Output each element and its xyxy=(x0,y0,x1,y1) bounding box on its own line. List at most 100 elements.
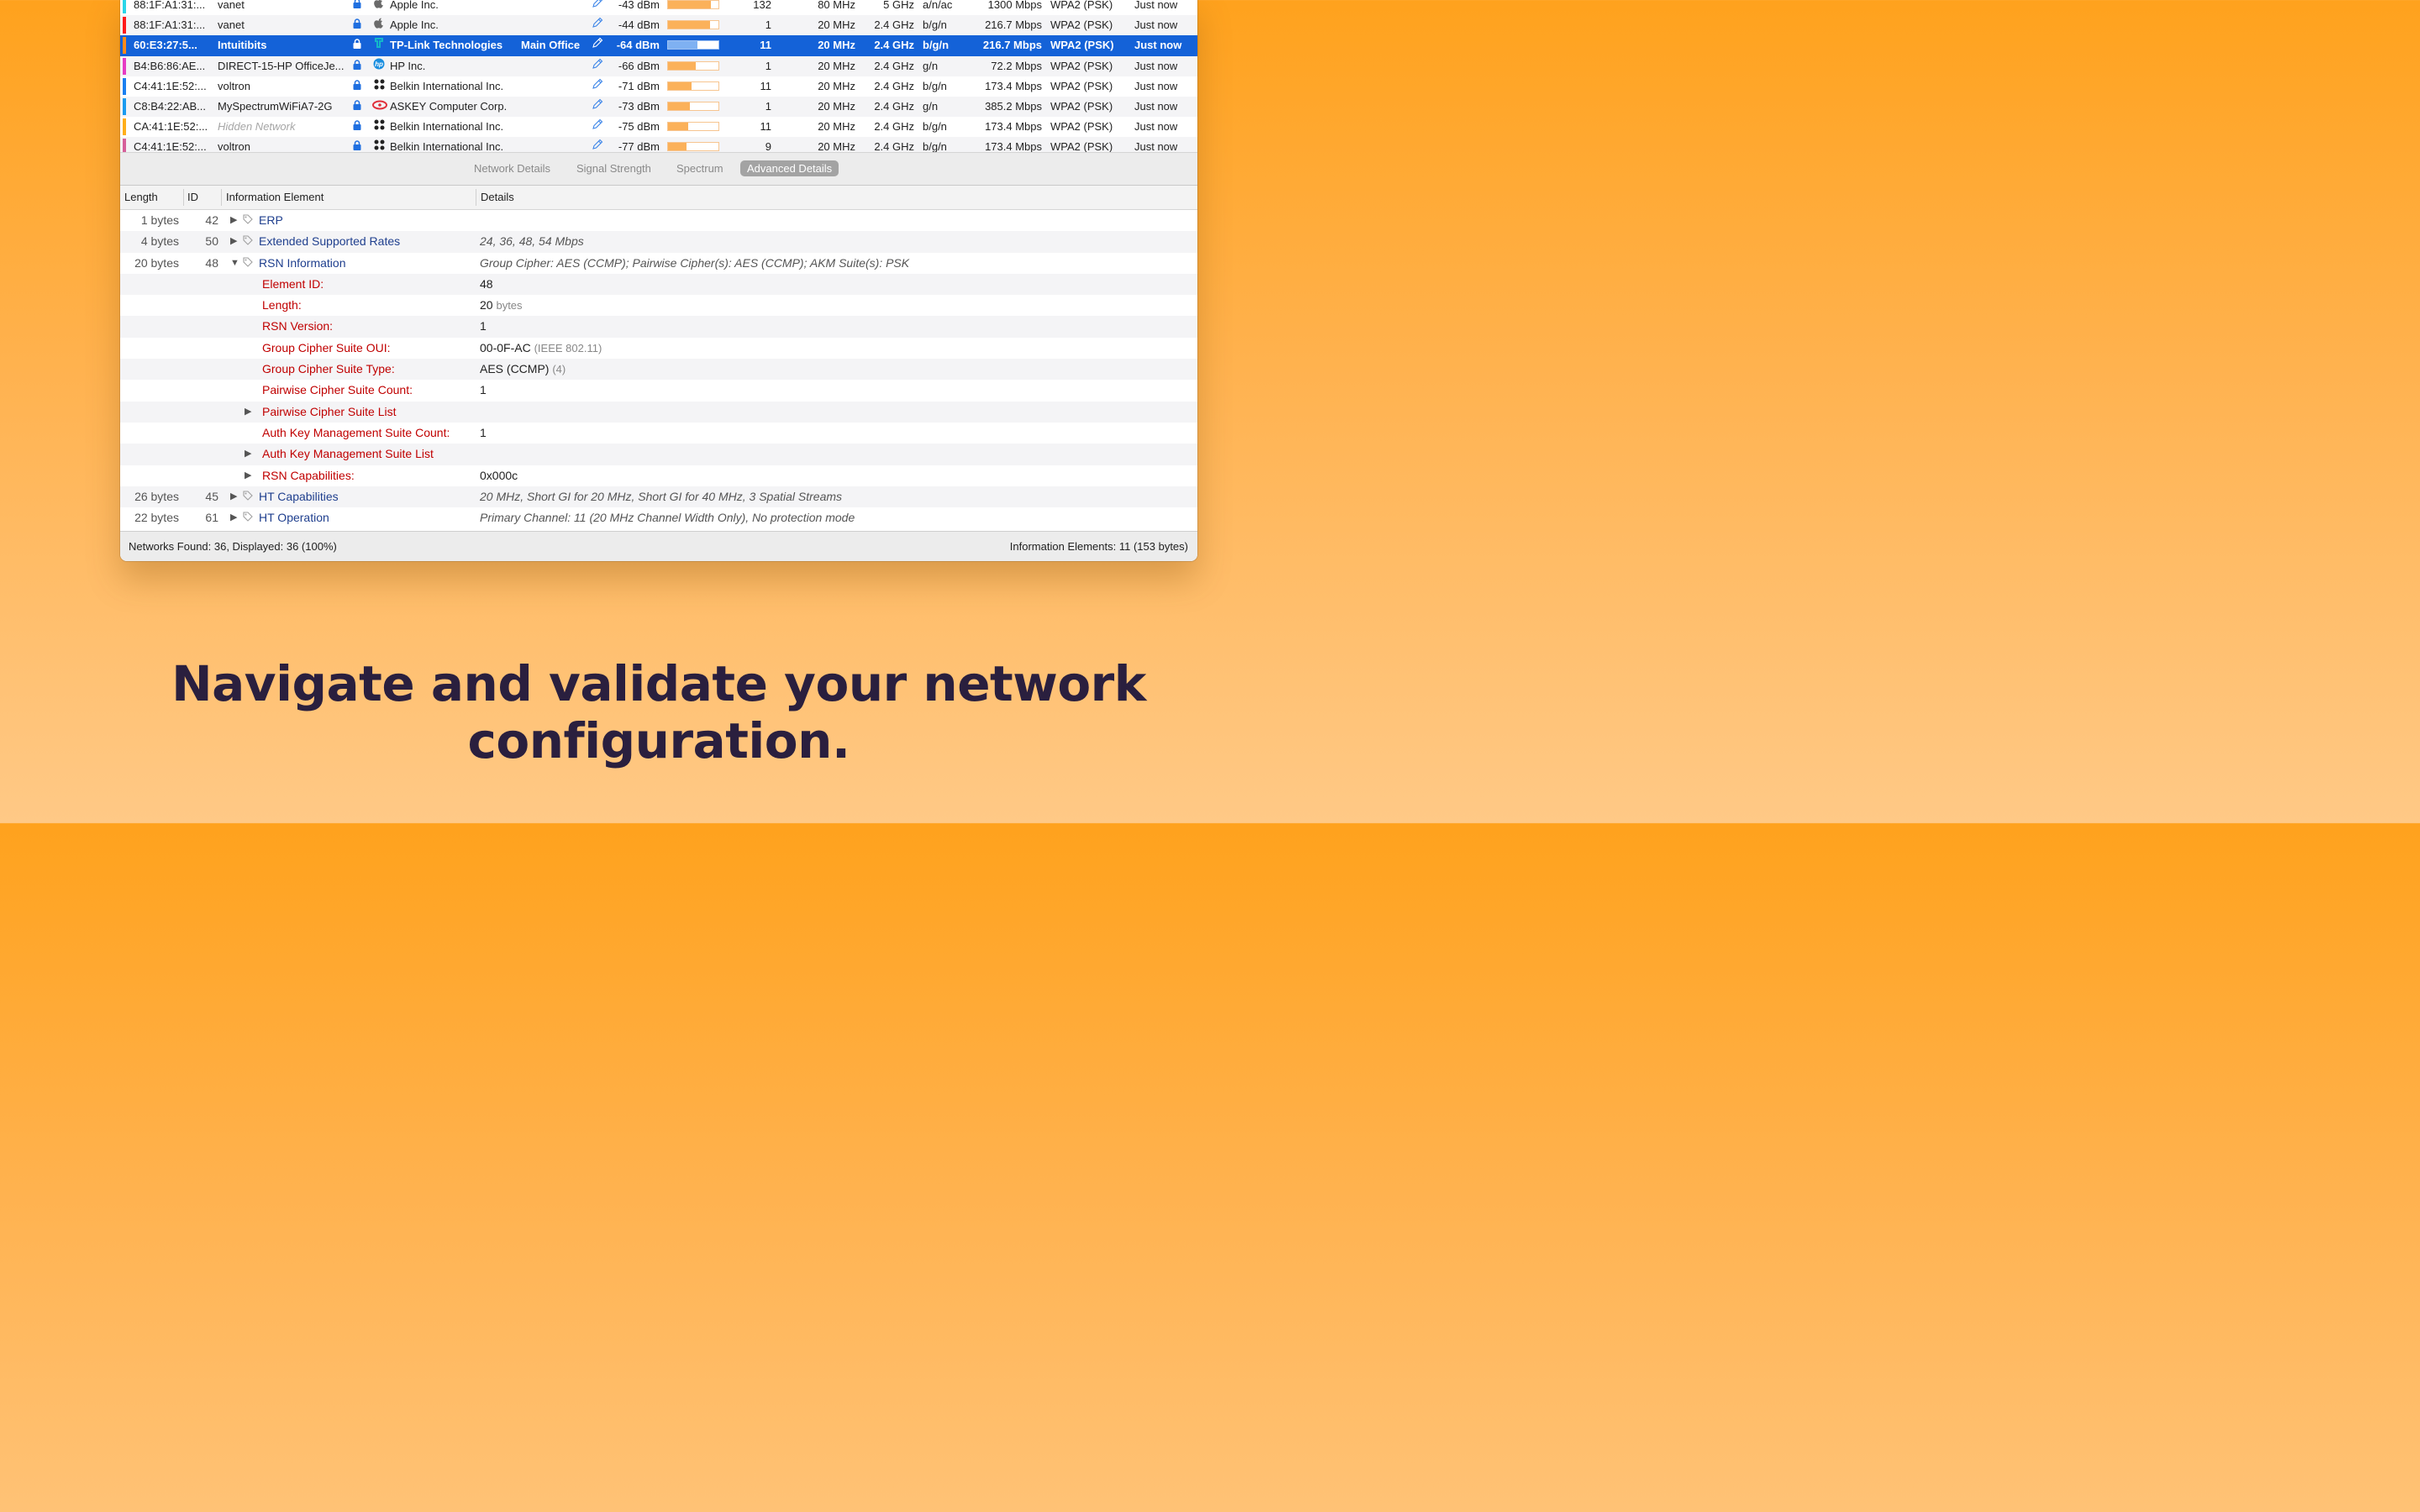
column-header-details[interactable]: Details xyxy=(481,186,514,209)
ie-field-value-unit: (4) xyxy=(552,363,566,376)
network-row[interactable]: 88:1F:A1:31:... vanet Apple Inc. -44 dBm 1 20… xyxy=(120,15,1197,36)
tplink-icon xyxy=(372,35,386,55)
disclosure-collapsed-icon[interactable]: ▶ xyxy=(245,402,255,423)
tab-network-details[interactable]: Network Details xyxy=(467,160,557,176)
lock-icon xyxy=(351,35,363,55)
column-separator[interactable] xyxy=(221,189,222,206)
column-separator[interactable] xyxy=(183,189,184,206)
tab-spectrum[interactable]: Spectrum xyxy=(670,160,730,176)
ie-field-name: Element ID: xyxy=(262,276,324,291)
disclosure-expanded-icon[interactable]: ▼ xyxy=(230,253,240,274)
disclosure-collapsed-icon[interactable]: ▶ xyxy=(245,444,255,465)
ie-table-body: 1 bytes 42 ▶ ERP 4 bytes 50 ▶ Extended Supporte… xyxy=(120,210,1197,528)
channel-cell: 1 xyxy=(765,59,771,72)
location-cell: Main Office xyxy=(521,39,581,52)
ie-field-row[interactable]: ▶ Pairwise Cipher Suite List xyxy=(120,401,1197,423)
networks-found-status: Networks Found: 36, Displayed: 36 (100%) xyxy=(129,540,337,553)
ie-element-row[interactable]: 4 bytes 50 ▶ Extended Supported Rates 24, 36… xyxy=(120,231,1197,253)
signal-cell: -43 dBm xyxy=(618,0,660,11)
network-row[interactable]: CA:41:1E:52:... Hidden Network Belkin Inte… xyxy=(120,117,1197,137)
ie-element-row[interactable]: 26 bytes 45 ▶ HT Capabilities 20 MHz, Short … xyxy=(120,486,1197,508)
edit-pencil-icon[interactable] xyxy=(592,0,605,15)
security-cell: WPA2 (PSK) xyxy=(1050,99,1113,113)
network-row[interactable]: C8:B4:22:AB... MySpectrumWiFiA7-2G ASKEY C… xyxy=(120,96,1197,118)
ie-element-row[interactable]: 20 bytes 48 ▼ RSN Information Group Cipher: … xyxy=(120,253,1197,274)
ie-field-value-text: AES (CCMP) xyxy=(480,362,550,376)
edit-pencil-icon[interactable] xyxy=(592,97,605,117)
ssid-cell: MySpectrumWiFiA7-2G xyxy=(218,99,333,113)
ie-element-row[interactable]: 22 bytes 61 ▶ HT Operation Primary Channel: … xyxy=(120,507,1197,528)
mode-cell: g/n xyxy=(923,59,939,72)
status-bar: Networks Found: 36, Displayed: 36 (100%)… xyxy=(120,531,1197,561)
edit-pencil-icon[interactable] xyxy=(592,15,605,35)
max-rate-cell: 216.7 Mbps xyxy=(985,18,1042,32)
tab-advanced-details[interactable]: Advanced Details xyxy=(740,160,839,176)
mode-cell: b/g/n xyxy=(923,79,947,92)
network-row[interactable]: B4:B6:86:AE... DIRECT-15-HP OfficeJe... hp… xyxy=(120,55,1197,76)
network-row-selected[interactable]: 60:E3:27:5... Intuitibits TP-Link Technolo… xyxy=(120,35,1197,56)
signal-cell: -64 dBm xyxy=(616,39,660,52)
ie-id-cell: 45 xyxy=(205,489,218,503)
signal-strength-fill xyxy=(668,81,692,90)
ie-name-cell: ERP xyxy=(259,213,283,227)
column-header-length[interactable]: Length xyxy=(124,186,158,209)
ie-field-row[interactable]: Element ID: 48 xyxy=(120,273,1197,296)
bssid-cell: B4:B6:86:AE... xyxy=(134,59,206,72)
ie-length-cell: 20 bytes xyxy=(134,255,179,270)
ie-field-value: 1 xyxy=(480,380,487,401)
disclosure-collapsed-icon[interactable]: ▶ xyxy=(230,231,240,252)
tab-signal-strength[interactable]: Signal Strength xyxy=(570,160,658,176)
ie-field-row[interactable]: ▶ RSN Capabilities: 0x000c xyxy=(120,465,1197,486)
app-window: 88:1F:A1:31:... vanet Apple Inc. -43 dBm 132… xyxy=(120,0,1197,561)
ie-id-cell: 48 xyxy=(205,255,218,270)
edit-pencil-icon[interactable] xyxy=(592,76,605,97)
bssid-cell: 88:1F:A1:31:... xyxy=(134,18,206,32)
signal-strength-fill xyxy=(668,123,688,131)
disclosure-collapsed-icon[interactable]: ▶ xyxy=(245,465,255,486)
lock-icon xyxy=(351,97,363,117)
ie-field-row[interactable]: ▶ Auth Key Management Suite List xyxy=(120,444,1197,465)
ie-field-row[interactable]: Group Cipher Suite Type: AES (CCMP) (4) xyxy=(120,359,1197,381)
disclosure-collapsed-icon[interactable]: ▶ xyxy=(230,507,240,528)
disclosure-collapsed-icon[interactable]: ▶ xyxy=(230,486,240,507)
ie-field-value-text: 00-0F-AC xyxy=(480,340,531,354)
channel-width-cell: 80 MHz xyxy=(818,0,855,11)
network-color-tag xyxy=(123,97,126,115)
mode-cell: a/n/ac xyxy=(923,0,953,11)
max-rate-cell: 1300 Mbps xyxy=(987,0,1042,11)
ie-field-row[interactable]: RSN Version: 1 xyxy=(120,316,1197,338)
edit-pencil-icon[interactable] xyxy=(592,35,605,55)
column-header-id[interactable]: ID xyxy=(187,186,198,209)
ie-field-row[interactable]: Length: 20 bytes xyxy=(120,295,1197,316)
signal-strength-fill xyxy=(668,1,711,8)
ie-details-cell: Primary Channel: 11 (20 MHz Channel Widt… xyxy=(480,511,855,525)
column-header-information-element[interactable]: Information Element xyxy=(226,186,324,209)
channel-cell: 11 xyxy=(760,39,771,52)
network-row[interactable]: 88:1F:A1:31:... vanet Apple Inc. -43 dBm 132… xyxy=(120,0,1197,15)
security-cell: WPA2 (PSK) xyxy=(1050,120,1113,134)
signal-strength-fill xyxy=(668,21,710,29)
ie-field-value: 20 bytes xyxy=(480,295,523,316)
ie-field-name: RSN Version: xyxy=(262,319,334,333)
ie-field-row[interactable]: Pairwise Cipher Suite Count: 1 xyxy=(120,380,1197,401)
bssid-cell: 88:1F:A1:31:... xyxy=(134,0,206,11)
channel-cell: 1 xyxy=(765,99,771,113)
ie-field-value: AES (CCMP) (4) xyxy=(480,359,566,380)
ie-id-cell: 42 xyxy=(205,213,218,227)
last-seen-cell: Just now xyxy=(1134,39,1182,52)
edit-pencil-icon[interactable] xyxy=(592,117,605,137)
network-table: 88:1F:A1:31:... vanet Apple Inc. -43 dBm 132… xyxy=(120,0,1197,158)
mode-cell: g/n xyxy=(923,99,939,113)
apple-icon xyxy=(372,0,386,15)
edit-pencil-icon[interactable] xyxy=(592,56,605,76)
ie-field-row[interactable]: Auth Key Management Suite Count: 1 xyxy=(120,423,1197,444)
band-cell: 2.4 GHz xyxy=(874,99,914,113)
ie-field-row[interactable]: Group Cipher Suite OUI: 00-0F-AC (IEEE 80… xyxy=(120,338,1197,359)
channel-width-cell: 20 MHz xyxy=(818,39,855,52)
mode-cell: b/g/n xyxy=(923,18,947,32)
network-row[interactable]: C4:41:1E:52:... voltron Belkin Internation… xyxy=(120,76,1197,97)
disclosure-collapsed-icon[interactable]: ▶ xyxy=(230,210,240,231)
ie-element-row[interactable]: 1 bytes 42 ▶ ERP xyxy=(120,210,1197,231)
signal-strength-fill xyxy=(668,143,687,151)
last-seen-cell: Just now xyxy=(1134,79,1178,92)
